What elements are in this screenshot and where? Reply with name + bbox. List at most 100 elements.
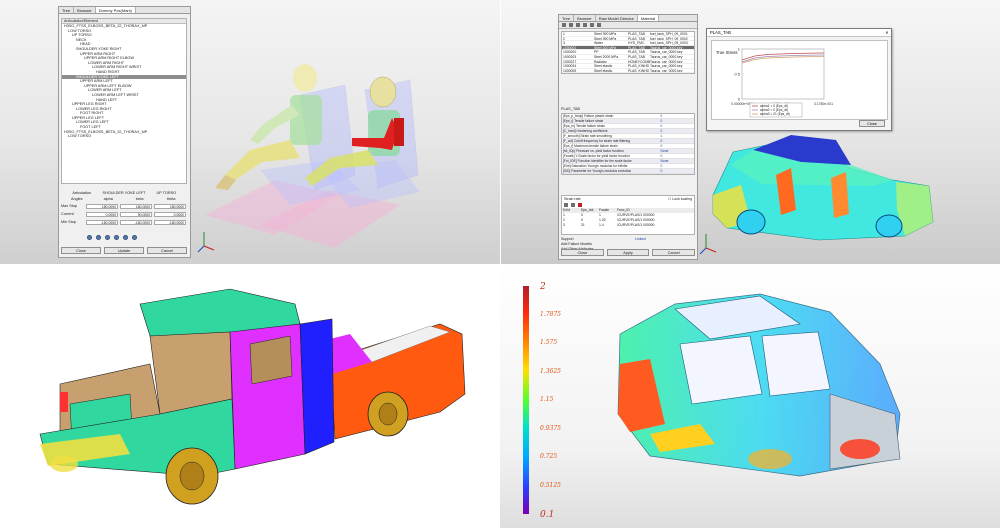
angle-input[interactable]: 180.0000 (154, 203, 186, 209)
col-theta: theta (167, 197, 176, 201)
material-list: 1 Steel 390 MPa PLAS_TAB fuel_tank_SPH_09_0… (561, 31, 695, 75)
save-icon[interactable] (583, 23, 587, 27)
panel-tabs: Tree Browser Dummy Pos(Mani) (59, 7, 190, 14)
angle-input[interactable]: -180.0000 (86, 219, 118, 225)
material-cell: PP (594, 50, 599, 55)
translate-icon[interactable] (114, 235, 119, 240)
angle-input[interactable]: 180.0000 (86, 203, 118, 209)
angle-input[interactable]: 90.0000 (120, 211, 152, 217)
property-name: [Eps_m] Tensile failure strain (563, 124, 606, 128)
property-value[interactable]: 0 (661, 144, 694, 148)
material-cell: Steel elastic (594, 64, 613, 69)
truck-rear-rim (378, 402, 398, 426)
add-icon[interactable] (564, 203, 568, 207)
angle-input[interactable]: 0.0000 (154, 211, 186, 217)
tree-node[interactable]: LOW TORSO (62, 134, 186, 139)
new-icon[interactable] (562, 23, 566, 27)
material-cell: Steel 2000 MPa (594, 54, 619, 59)
tab-material[interactable]: Material (637, 15, 660, 21)
apply-button[interactable]: Apply (606, 249, 650, 256)
material-cell: 3 (563, 41, 565, 46)
strain-cell: /CURVE/PLAS/1 000000 (617, 223, 655, 227)
material-cell: 1000200 (563, 50, 577, 55)
close-button[interactable]: Close (561, 249, 604, 256)
material-cell: 1000227 (563, 59, 577, 64)
remove-icon[interactable] (571, 203, 575, 207)
property-value[interactable]: 0 (661, 114, 694, 118)
property-row[interactable]: [SID] Parameter for Young's modulus evol… (562, 169, 694, 174)
lock-scaling-checkbox[interactable]: ☐ Lock scaling (668, 196, 692, 202)
reset-icon[interactable] (132, 235, 137, 240)
property-value[interactable]: 0 (661, 139, 694, 143)
copy-icon[interactable] (569, 23, 573, 27)
car-door-opening-rear (761, 331, 831, 397)
angle-input[interactable]: 0.0000 (86, 211, 118, 217)
dialog-close-button[interactable]: Close (859, 120, 885, 127)
truck-scene (39, 288, 466, 505)
strain-rate-rows: 1 0 1/CURVE/PLAS/1 000000 2 0 1.02/CURVE/PLAS… (562, 213, 694, 228)
property-value[interactable]: 0 (661, 169, 694, 173)
property-value[interactable]: None (661, 159, 694, 163)
material-cell: 1000034 (563, 64, 577, 69)
strain-rate-row[interactable]: 3 21 1.4/CURVE/PLAS/1 000000 (562, 223, 694, 228)
property-value[interactable]: 0 (661, 129, 694, 133)
material-cell: Taurus_car_0000.key (650, 68, 683, 73)
tab-tree[interactable]: Tree (59, 7, 75, 13)
cancel-button[interactable]: Cancel (652, 249, 696, 256)
update-button[interactable]: Update (104, 247, 144, 254)
settings-icon[interactable] (597, 23, 601, 27)
reset-icon[interactable] (123, 235, 128, 240)
col-beta: beta (136, 197, 144, 201)
tab-browser[interactable]: Browser (574, 15, 596, 21)
property-name: [SID] Parameter for Young's modulus evol… (563, 169, 632, 173)
legend-tick-label: 1.575 (540, 339, 558, 346)
angle-row-label: Current (61, 212, 74, 216)
material-row[interactable]: 1000005 Steel elastic PLAS_KINHD Taurus_car… (562, 69, 694, 74)
property-value[interactable]: 0 (661, 119, 694, 123)
rotate-icon[interactable] (96, 235, 101, 240)
angle-row: Max Stop 180.0000 180.0000 180.0000 (61, 202, 187, 210)
positioning-tool-row (87, 235, 137, 240)
delete-icon[interactable] (576, 23, 580, 27)
material-cell: 2 (563, 36, 565, 41)
close-icon[interactable]: ✕ (883, 29, 891, 36)
angle-row-label: Max Stop (61, 204, 78, 208)
delete-icon[interactable] (578, 203, 582, 207)
property-value[interactable]: 0 (661, 154, 694, 158)
angle-input[interactable]: -180.0000 (120, 219, 152, 225)
filter-icon[interactable] (590, 23, 594, 27)
dummy-right-red-segment (394, 118, 404, 146)
property-value[interactable]: 1 (661, 134, 694, 138)
strain-cell: 21 (581, 223, 585, 227)
angle-row: Min Stop -180.0000 -180.0000 -180.0000 (61, 218, 187, 226)
angle-rows: Max Stop 180.0000 180.0000 180.0000 Current 0… (61, 202, 187, 226)
tab-dummy-pos[interactable]: Dummy Pos(Mani) (95, 7, 136, 13)
truck-window (249, 335, 293, 385)
car-c-pillar (831, 172, 849, 218)
material-cell: Taurus_car_0000.key (650, 64, 683, 69)
rotate-icon[interactable] (87, 235, 92, 240)
material-cell: PLAS_TAB (628, 54, 645, 59)
material-cell: Taurus_car_0000.key (650, 59, 683, 64)
support-value[interactable]: Linked (635, 237, 695, 242)
legend-tick-label: 0.725 (540, 453, 558, 460)
material-cell: Steel 390 MPa (594, 32, 617, 36)
material-cell: Taurus_car_0000.key (650, 54, 683, 59)
angle-input[interactable]: 180.0000 (120, 203, 152, 209)
angle-input[interactable]: -180.0000 (154, 219, 186, 225)
dummy-right-head (369, 76, 397, 108)
car-door-opening-front (679, 335, 763, 405)
tab-browser[interactable]: Browser (74, 7, 96, 13)
tab-raw-model[interactable]: Raw Model Director (596, 15, 638, 21)
close-button[interactable]: Close (61, 247, 101, 254)
property-value[interactable]: 0 (661, 164, 694, 168)
legend-tick-label: 0.5125 (540, 481, 561, 489)
tab-tree[interactable]: Tree (559, 15, 575, 21)
property-value[interactable]: None (661, 149, 694, 153)
translate-icon[interactable] (105, 235, 110, 240)
material-cell: 1 (563, 32, 565, 36)
material-cell: PLAS_TAB (628, 36, 645, 41)
property-value[interactable]: 0 (661, 124, 694, 128)
cancel-button[interactable]: Cancel (147, 247, 187, 254)
tree-rows: H3SO_FTSS_ELBOSS_BETA_22_THORAX_MP LOW TO… (62, 24, 186, 139)
